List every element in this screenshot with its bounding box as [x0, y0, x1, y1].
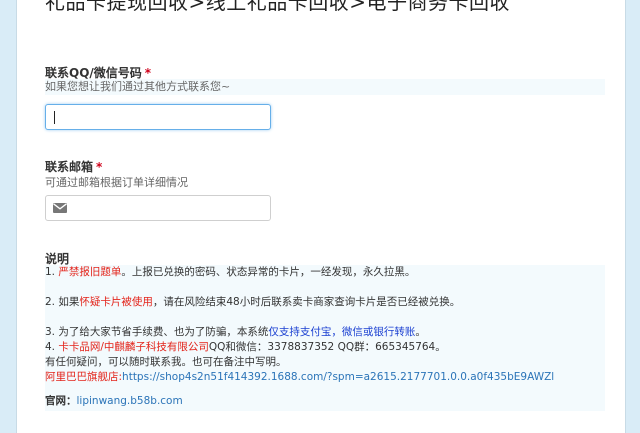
company-name: 卡卡品网/中麒麟子科技有限公司 [58, 341, 209, 353]
envelope-icon [53, 203, 67, 213]
warning-text: 严禁报旧题单 [58, 266, 122, 278]
form-card: 礼品卡提现回收>线上礼品卡回收>电子商务卡回收 联系QQ/微信号码 * 如果您想让… [16, 0, 626, 433]
store-label: 阿里巴巴旗舰店: [45, 371, 123, 383]
notes-box: 1. 严禁报旧题单。上报已兑换的密码、状态异常的卡片，一经发现，永久拉黑。 2.… [45, 265, 605, 411]
warning-text: 怀疑卡片被使用 [79, 296, 153, 308]
required-mark: * [144, 66, 152, 80]
note-line-5: 有任何疑问，可以随时联系我。也可在备注中写明。 [45, 356, 287, 368]
official-site: 官网：lipinwang.b58b.com [45, 394, 183, 409]
qq-wechat-hint: 如果您想让我们通过其他方式联系您~ [45, 79, 605, 95]
email-label-text: 联系邮箱 [45, 160, 94, 174]
store-link[interactable]: https://shop4s2n51f414392.1688.com/?spm=… [122, 371, 554, 383]
note-line-3: 3. 为了给大家节省手续费、也为了防骗，本系统仅支持支付宝，微信或银行转账。 [45, 326, 426, 338]
required-mark: * [96, 160, 103, 174]
qq-wechat-input[interactable] [45, 104, 271, 130]
official-label: 官网： [45, 395, 77, 407]
page-title: 礼品卡提现回收>线上礼品卡回收>电子商务卡回收 [45, 0, 511, 14]
email-hint: 可通过邮箱根据订单详细情况 [45, 176, 188, 189]
note-line-2: 2. 如果怀疑卡片被使用，请在风险结束48小时后联系卖卡商家查询卡片是否已经被兑… [45, 296, 461, 308]
official-link[interactable]: lipinwang.b58b.com [77, 395, 183, 407]
note-line-6: 阿里巴巴旗舰店:https://shop4s2n51f414392.1688.c… [45, 370, 554, 385]
text-caret [54, 111, 55, 124]
payment-methods-text: 仅支持支付宝，微信或银行转账 [268, 326, 416, 338]
email-input[interactable] [45, 195, 271, 221]
note-line-1: 1. 严禁报旧题单。上报已兑换的密码、状态异常的卡片，一经发现，永久拉黑。 [45, 266, 416, 278]
qq-wechat-label-text: 联系QQ/微信号码 [45, 66, 142, 80]
email-label: 联系邮箱 * [45, 158, 102, 175]
note-line-4: 4. 卡卡品网/中麒麟子科技有限公司QQ和微信：3378837352 QQ群：6… [45, 341, 446, 353]
